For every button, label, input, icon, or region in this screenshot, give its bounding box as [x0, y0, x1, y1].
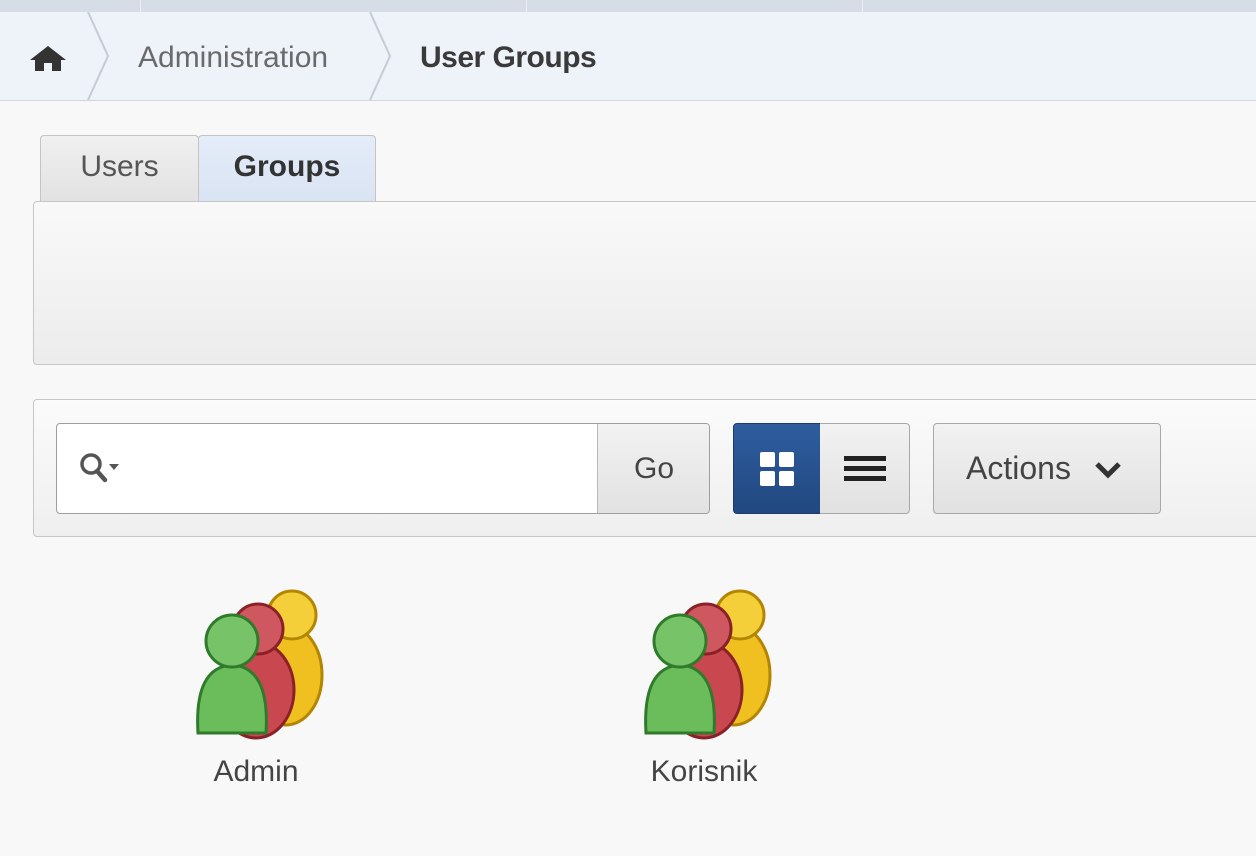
breadcrumb-item-administration[interactable]: Administration [138, 38, 328, 78]
breadcrumb-separator [369, 12, 392, 100]
breadcrumb: Administration User Groups [0, 12, 1256, 101]
grid-icon [760, 452, 794, 486]
tab-groups[interactable]: Groups [198, 135, 376, 201]
group-item-admin[interactable]: Admin [146, 585, 366, 795]
user-group-icon [644, 589, 772, 740]
search-icon[interactable] [77, 450, 123, 486]
tab-users[interactable]: Users [40, 135, 199, 201]
actions-button[interactable]: Actions [933, 423, 1161, 514]
breadcrumb-item-user-groups: User Groups [420, 41, 597, 74]
chevron-down-icon [1095, 462, 1121, 479]
breadcrumb-separator [87, 12, 110, 100]
top-strip [0, 0, 1256, 12]
go-button[interactable]: Go [597, 424, 709, 513]
view-icons-button[interactable] [733, 423, 821, 514]
list-icon [844, 456, 886, 481]
search-input[interactable] [127, 424, 651, 513]
group-label-korisnik[interactable]: Korisnik [594, 755, 814, 789]
user-group-icon [196, 589, 324, 740]
home-icon[interactable] [28, 44, 68, 72]
group-item-korisnik[interactable]: Korisnik [594, 585, 814, 795]
search-box: Go [56, 423, 710, 514]
tab-panel [33, 201, 1256, 365]
view-list-button[interactable] [820, 423, 910, 514]
actions-label: Actions [966, 450, 1071, 486]
group-label-admin[interactable]: Admin [146, 755, 366, 789]
